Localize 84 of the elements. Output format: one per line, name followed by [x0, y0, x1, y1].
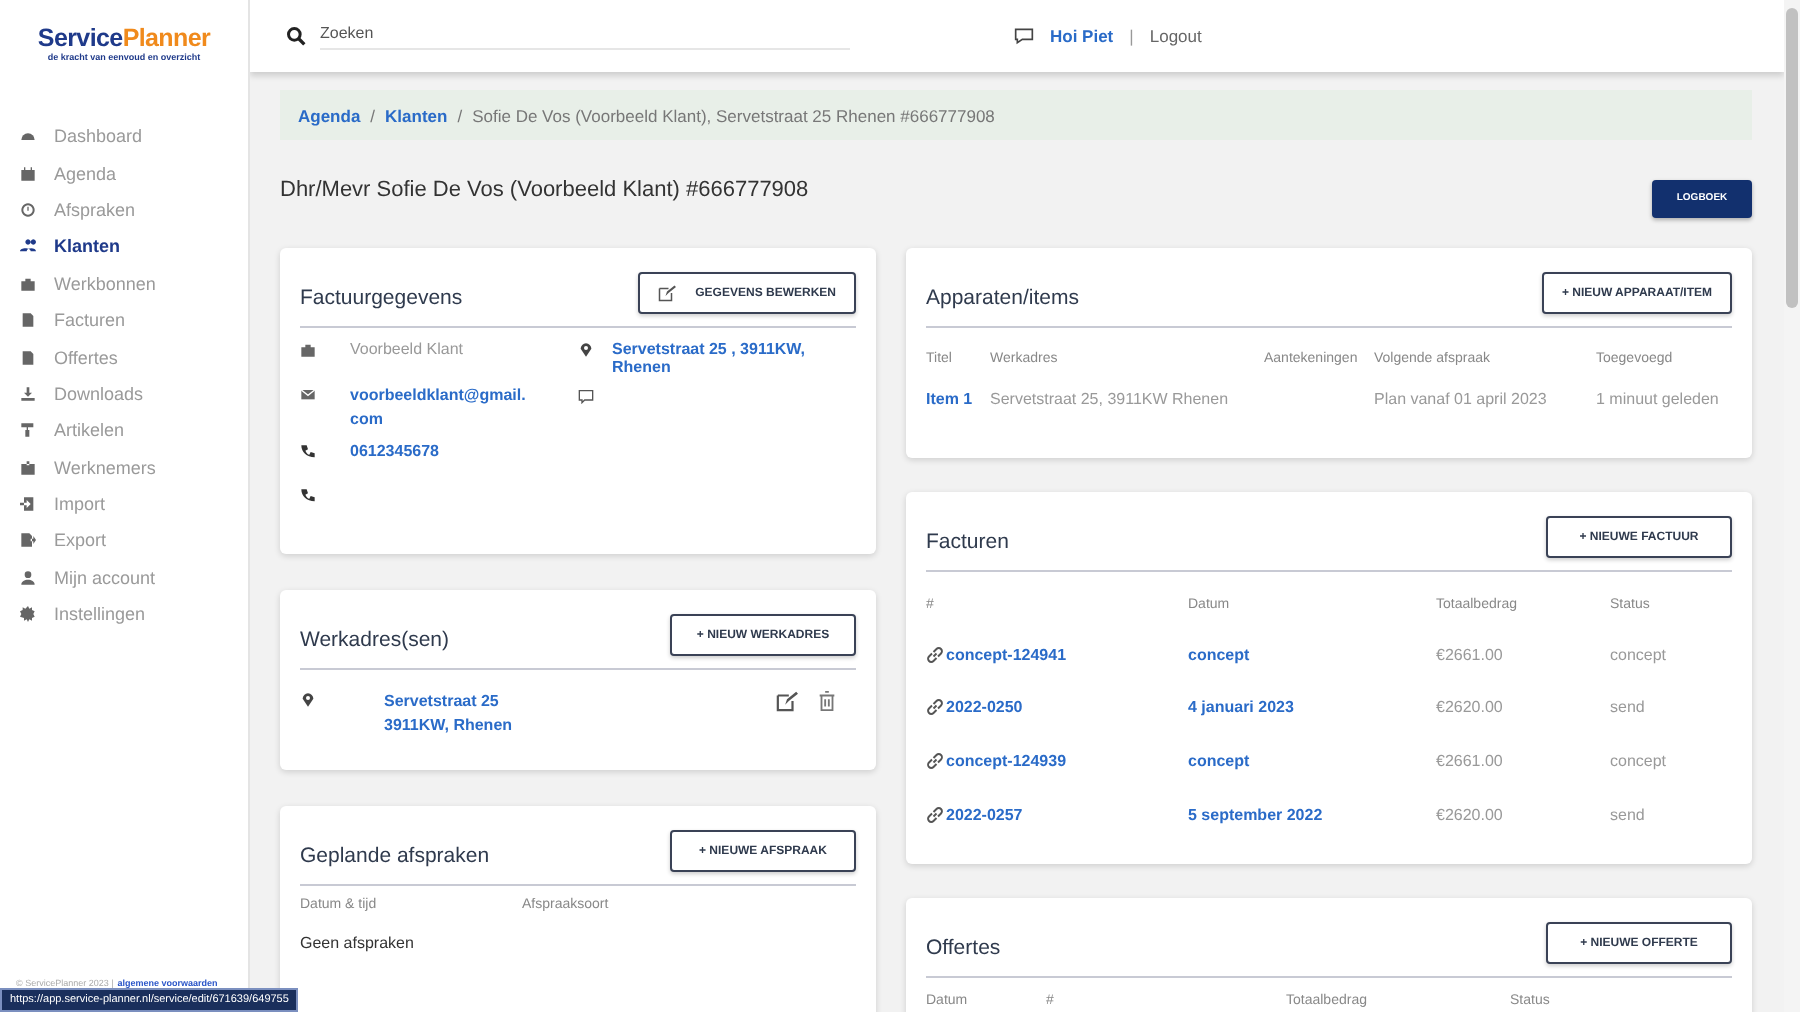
table-cell-text: €2661.00 — [1436, 643, 1505, 668]
link-icon — [926, 645, 944, 664]
invoice-number-link[interactable]: concept-124941 — [946, 645, 1067, 664]
breadcrumb-current: Sofie De Vos (Voorbeeld Klant), Servetstraat 25 Rhenen #666777908 — [472, 105, 995, 125]
map-pin-icon — [300, 692, 316, 708]
sidebar-item[interactable]: Afspraken — [0, 191, 248, 229]
export-icon — [20, 532, 36, 549]
search-field[interactable]: Zoeken — [320, 23, 850, 49]
file-icon — [20, 312, 36, 329]
greeting-link[interactable]: Hoi Piet — [1050, 26, 1114, 46]
download-icon — [20, 385, 36, 402]
empty-message: Geen afspraken — [300, 934, 416, 952]
file-icon — [20, 349, 36, 366]
user-icon — [20, 569, 36, 586]
separator-text: | — [1129, 26, 1134, 46]
link-icon — [926, 698, 944, 717]
import-icon — [20, 496, 36, 513]
trash-icon[interactable] — [816, 690, 838, 712]
id-card-icon — [20, 459, 36, 476]
invoice-number-link[interactable]: concept-124939 — [946, 751, 1067, 770]
invoice-date-link[interactable]: 5 september 2022 — [1188, 787, 1436, 841]
phone-link[interactable]: 0612345678 — [350, 442, 439, 460]
table-cell-text: send — [1610, 696, 1647, 721]
sidebar-item[interactable]: Export — [0, 522, 248, 560]
sidebar-item[interactable]: Facturen — [0, 301, 248, 339]
card-title: Facturen — [926, 527, 1009, 553]
calendar-icon — [20, 165, 36, 182]
page-title: Dhr/Mevr Sofie De Vos (Voorbeeld Klant) #666777908 — [280, 178, 809, 202]
sidebar-item[interactable]: Klanten — [0, 228, 248, 266]
card-title: Geplande afspraken — [300, 841, 490, 867]
card-title: Werkadres(sen) — [300, 625, 449, 651]
sidebar-item[interactable]: Mijn account — [0, 559, 248, 597]
link-icon — [926, 751, 944, 770]
roller-icon — [20, 422, 36, 439]
table-cell-text: €2620.00 — [1436, 696, 1505, 721]
map-pin-icon — [578, 342, 594, 358]
invoice-date-link[interactable]: 4 januari 2023 — [1188, 681, 1436, 735]
phone-icon — [300, 444, 316, 460]
sidebar-item[interactable]: Offertes — [0, 338, 248, 376]
logout-link[interactable]: Logout — [1149, 26, 1202, 46]
card-title: Offertes — [926, 933, 1001, 959]
sidebar-item[interactable]: Dashboard — [0, 118, 248, 155]
edit-icon[interactable] — [776, 690, 798, 712]
breadcrumb-link[interactable]: Agenda — [298, 105, 361, 125]
work-address-link[interactable]: Servetstraat 25 3911KW, Rhenen — [384, 690, 776, 738]
sidebar-item[interactable]: Werkbonnen — [0, 265, 248, 302]
invoice-number-link[interactable]: 2022-0250 — [946, 698, 1023, 717]
table-cell-text: €2620.00 — [1436, 803, 1505, 828]
table-cell-text: send — [1610, 803, 1647, 828]
sidebar-item[interactable]: Werknemers — [0, 449, 248, 486]
invoice-number-link[interactable]: 2022-0257 — [946, 805, 1023, 824]
card-title: Apparaten/items — [926, 283, 1079, 309]
item-link[interactable]: Item 1 — [926, 378, 990, 432]
link-icon — [926, 805, 944, 824]
invoice-date-link[interactable]: concept — [1188, 734, 1436, 788]
search-icon — [286, 26, 306, 46]
sidebar-item[interactable]: Downloads — [0, 375, 248, 413]
table-cell-text: concept — [1610, 643, 1669, 668]
company-name: Voorbeeld Klant — [350, 340, 463, 358]
breadcrumb-link[interactable]: Klanten — [385, 105, 448, 125]
sidebar-item[interactable]: Agenda — [0, 154, 248, 192]
clock-icon — [20, 201, 36, 218]
edit-icon — [657, 284, 676, 302]
envelope-icon — [300, 386, 316, 402]
building-icon — [300, 342, 316, 358]
invoice-date-link[interactable]: concept — [1188, 628, 1436, 682]
sidebar-item[interactable]: Artikelen — [0, 412, 248, 450]
table-cell-text: €2661.00 — [1436, 749, 1505, 774]
briefcase-icon — [20, 275, 36, 292]
sidebar-item[interactable]: Import — [0, 485, 248, 523]
table-cell-text: Plan vanaf 01 april 2023 — [1374, 388, 1549, 412]
table-cell-text: concept — [1610, 749, 1669, 774]
email-link[interactable]: voorbeeldklant@gmail.com — [350, 384, 534, 432]
card-title: Factuurgegevens — [300, 283, 463, 309]
comment-icon — [578, 388, 594, 404]
phone-icon — [300, 488, 316, 504]
address-link[interactable]: Servetstraat 25 , 3911KW, Rhenen — [612, 340, 856, 376]
chat-icon[interactable] — [1014, 26, 1034, 46]
breadcrumb-separator: / — [370, 105, 376, 125]
table-cell-text: Servetstraat 25, 3911KW Rhenen — [990, 388, 1231, 412]
table-cell-text: 1 minuut geleden — [1596, 388, 1721, 412]
users-icon — [20, 238, 36, 255]
sidebar-item[interactable]: Instellingen — [0, 596, 248, 633]
breadcrumb-separator: / — [457, 105, 463, 125]
